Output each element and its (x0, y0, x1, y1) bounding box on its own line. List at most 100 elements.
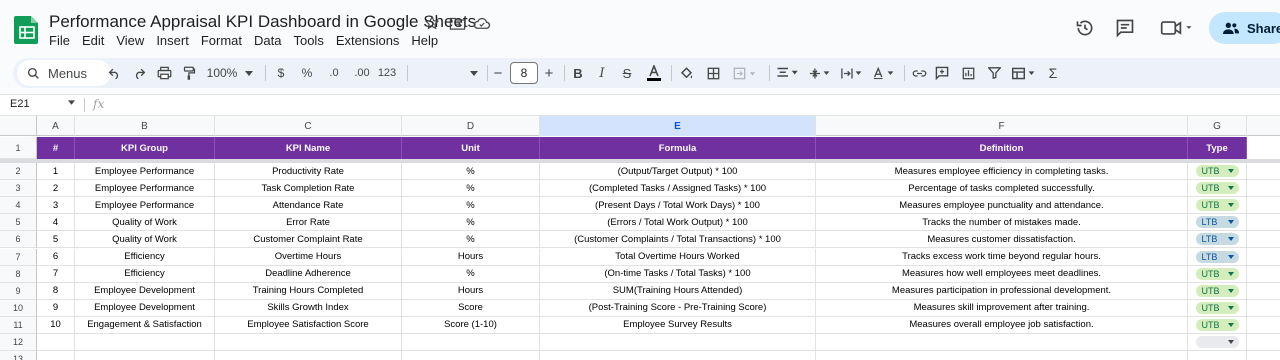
cell-kpi-name[interactable]: Employee Satisfaction Score (215, 316, 402, 334)
row-number[interactable]: 7 (0, 248, 37, 266)
print-icon[interactable] (154, 58, 174, 88)
cell-empty[interactable] (1247, 231, 1280, 249)
cell-unit[interactable] (402, 351, 540, 360)
insert-comment-icon[interactable] (933, 58, 951, 88)
cell-definition[interactable] (816, 334, 1188, 352)
font-family-select[interactable] (413, 58, 483, 88)
cell-number[interactable]: 4 (37, 214, 75, 232)
percent-format-button[interactable]: % (299, 58, 315, 88)
number-format-button[interactable]: 123 (375, 58, 399, 88)
version-history-icon[interactable] (1071, 14, 1099, 42)
paint-format-icon[interactable] (179, 58, 199, 88)
cell-formula[interactable]: (Completed Tasks / Assigned Tasks) * 100 (540, 180, 816, 198)
cell-unit[interactable]: % (402, 231, 540, 249)
borders-icon[interactable] (704, 58, 722, 88)
cell-number[interactable]: 7 (37, 265, 75, 283)
cell-formula[interactable]: SUM(Training Hours Attended) (540, 282, 816, 300)
cell-kpi-name[interactable]: Skills Growth Index (215, 299, 402, 317)
cell-definition[interactable]: Measures how well employees meet deadlin… (816, 265, 1188, 283)
redo-icon[interactable] (129, 58, 149, 88)
cell-definition[interactable]: Measures employee efficiency in completi… (816, 163, 1188, 181)
header-cell-type[interactable]: Type (1188, 137, 1247, 159)
filter-icon[interactable] (985, 58, 1003, 88)
row-number[interactable]: 9 (0, 282, 37, 300)
decrease-font-size-button[interactable]: − (491, 58, 505, 88)
cell-empty[interactable] (1247, 249, 1280, 266)
header-cell-kpi-name[interactable]: KPI Name (215, 137, 402, 159)
increase-font-size-button[interactable]: + (542, 58, 556, 88)
cell-empty[interactable] (1247, 214, 1280, 232)
cell-formula[interactable]: (Present Days / Total Work Days) * 100 (540, 197, 816, 215)
cell-number[interactable]: 2 (37, 180, 75, 198)
row-number[interactable]: 3 (0, 180, 37, 198)
cell-kpi-name[interactable]: Attendance Rate (215, 197, 402, 215)
cell-kpi-group[interactable] (75, 334, 215, 352)
cell-unit[interactable]: % (402, 265, 540, 283)
cell-empty[interactable] (1247, 180, 1280, 198)
row-number[interactable]: 6 (0, 231, 37, 249)
cell-empty[interactable] (1247, 317, 1280, 334)
fill-color-icon[interactable] (677, 58, 695, 88)
search-menus-input[interactable]: Menus (17, 60, 111, 86)
cell-number[interactable]: 1 (37, 163, 75, 181)
cell-unit[interactable]: % (402, 163, 540, 181)
cell-number[interactable]: 5 (37, 231, 75, 249)
row-number[interactable]: 12 (0, 334, 37, 352)
cell-empty[interactable] (1247, 197, 1280, 215)
increase-decimal-button[interactable]: .00 (349, 58, 375, 88)
cell-kpi-name[interactable]: Deadline Adherence (215, 265, 402, 283)
cell-type[interactable]: LTB (1188, 214, 1247, 232)
cell-kpi-group[interactable]: Quality of Work (75, 231, 215, 249)
formula-input[interactable] (115, 98, 1215, 112)
cell-kpi-name[interactable] (215, 351, 402, 360)
header-cell-definition[interactable]: Definition (816, 137, 1188, 159)
cell-formula[interactable]: (On-time Tasks / Total Tasks) * 100 (540, 265, 816, 283)
cell-definition[interactable]: Measures participation in professional d… (816, 282, 1188, 300)
column-header-a[interactable]: A (37, 116, 75, 136)
vertical-align-icon[interactable] (807, 58, 833, 88)
header-cell-formula[interactable]: Formula (540, 137, 816, 159)
row-number[interactable]: 11 (0, 316, 37, 334)
type-dropdown-chip[interactable]: UTB (1195, 165, 1239, 178)
type-dropdown-chip[interactable]: UTB (1195, 284, 1239, 297)
cell-kpi-group[interactable]: Employee Performance (75, 163, 215, 181)
type-dropdown-chip[interactable]: LTB (1195, 250, 1239, 263)
cell-type[interactable]: LTB (1188, 248, 1247, 266)
menu-view[interactable]: View (116, 33, 144, 48)
cell-type[interactable]: UTB (1188, 197, 1247, 215)
cell-kpi-group[interactable]: Employee Performance (75, 180, 215, 198)
cell-type[interactable] (1188, 334, 1247, 352)
cell-type[interactable]: UTB (1188, 316, 1247, 334)
strikethrough-icon[interactable]: S (619, 58, 635, 88)
cell-unit[interactable]: % (402, 180, 540, 198)
cell-unit[interactable]: Score (402, 299, 540, 317)
cell-type[interactable]: UTB (1188, 163, 1247, 181)
cell-empty[interactable] (1247, 351, 1280, 360)
italic-icon[interactable]: I (594, 58, 610, 88)
cell-type[interactable]: UTB (1188, 282, 1247, 300)
cell-definition[interactable]: Tracks excess work time beyond regular h… (816, 248, 1188, 266)
menu-data[interactable]: Data (254, 33, 281, 48)
type-dropdown-chip[interactable]: UTB (1195, 301, 1239, 314)
cell-type[interactable]: LTB (1188, 231, 1247, 249)
row-number[interactable]: 8 (0, 265, 37, 283)
column-header-c[interactable]: C (215, 116, 402, 136)
cell-number[interactable] (37, 334, 75, 352)
type-dropdown-chip[interactable]: UTB (1195, 182, 1239, 195)
cell-kpi-group[interactable]: Efficiency (75, 248, 215, 266)
zoom-dropdown-icon[interactable] (243, 58, 255, 88)
merge-cells-icon[interactable] (729, 58, 763, 88)
text-wrapping-icon[interactable] (839, 58, 865, 88)
cell-type[interactable]: UTB (1188, 299, 1247, 317)
row-number[interactable]: 10 (0, 299, 37, 317)
cell-definition[interactable]: Measures employee punctuality and attend… (816, 197, 1188, 215)
cell-kpi-group[interactable]: Employee Development (75, 299, 215, 317)
cell-definition[interactable]: Tracks the number of mistakes made. (816, 214, 1188, 232)
select-all-corner[interactable] (0, 116, 37, 136)
cell-number[interactable]: 8 (37, 282, 75, 300)
row-number[interactable]: 4 (0, 197, 37, 215)
cell-formula[interactable]: Employee Survey Results (540, 316, 816, 334)
column-header-f[interactable]: F (816, 116, 1188, 136)
zoom-select[interactable]: 100% (206, 58, 238, 88)
row-number[interactable]: 2 (0, 163, 37, 181)
